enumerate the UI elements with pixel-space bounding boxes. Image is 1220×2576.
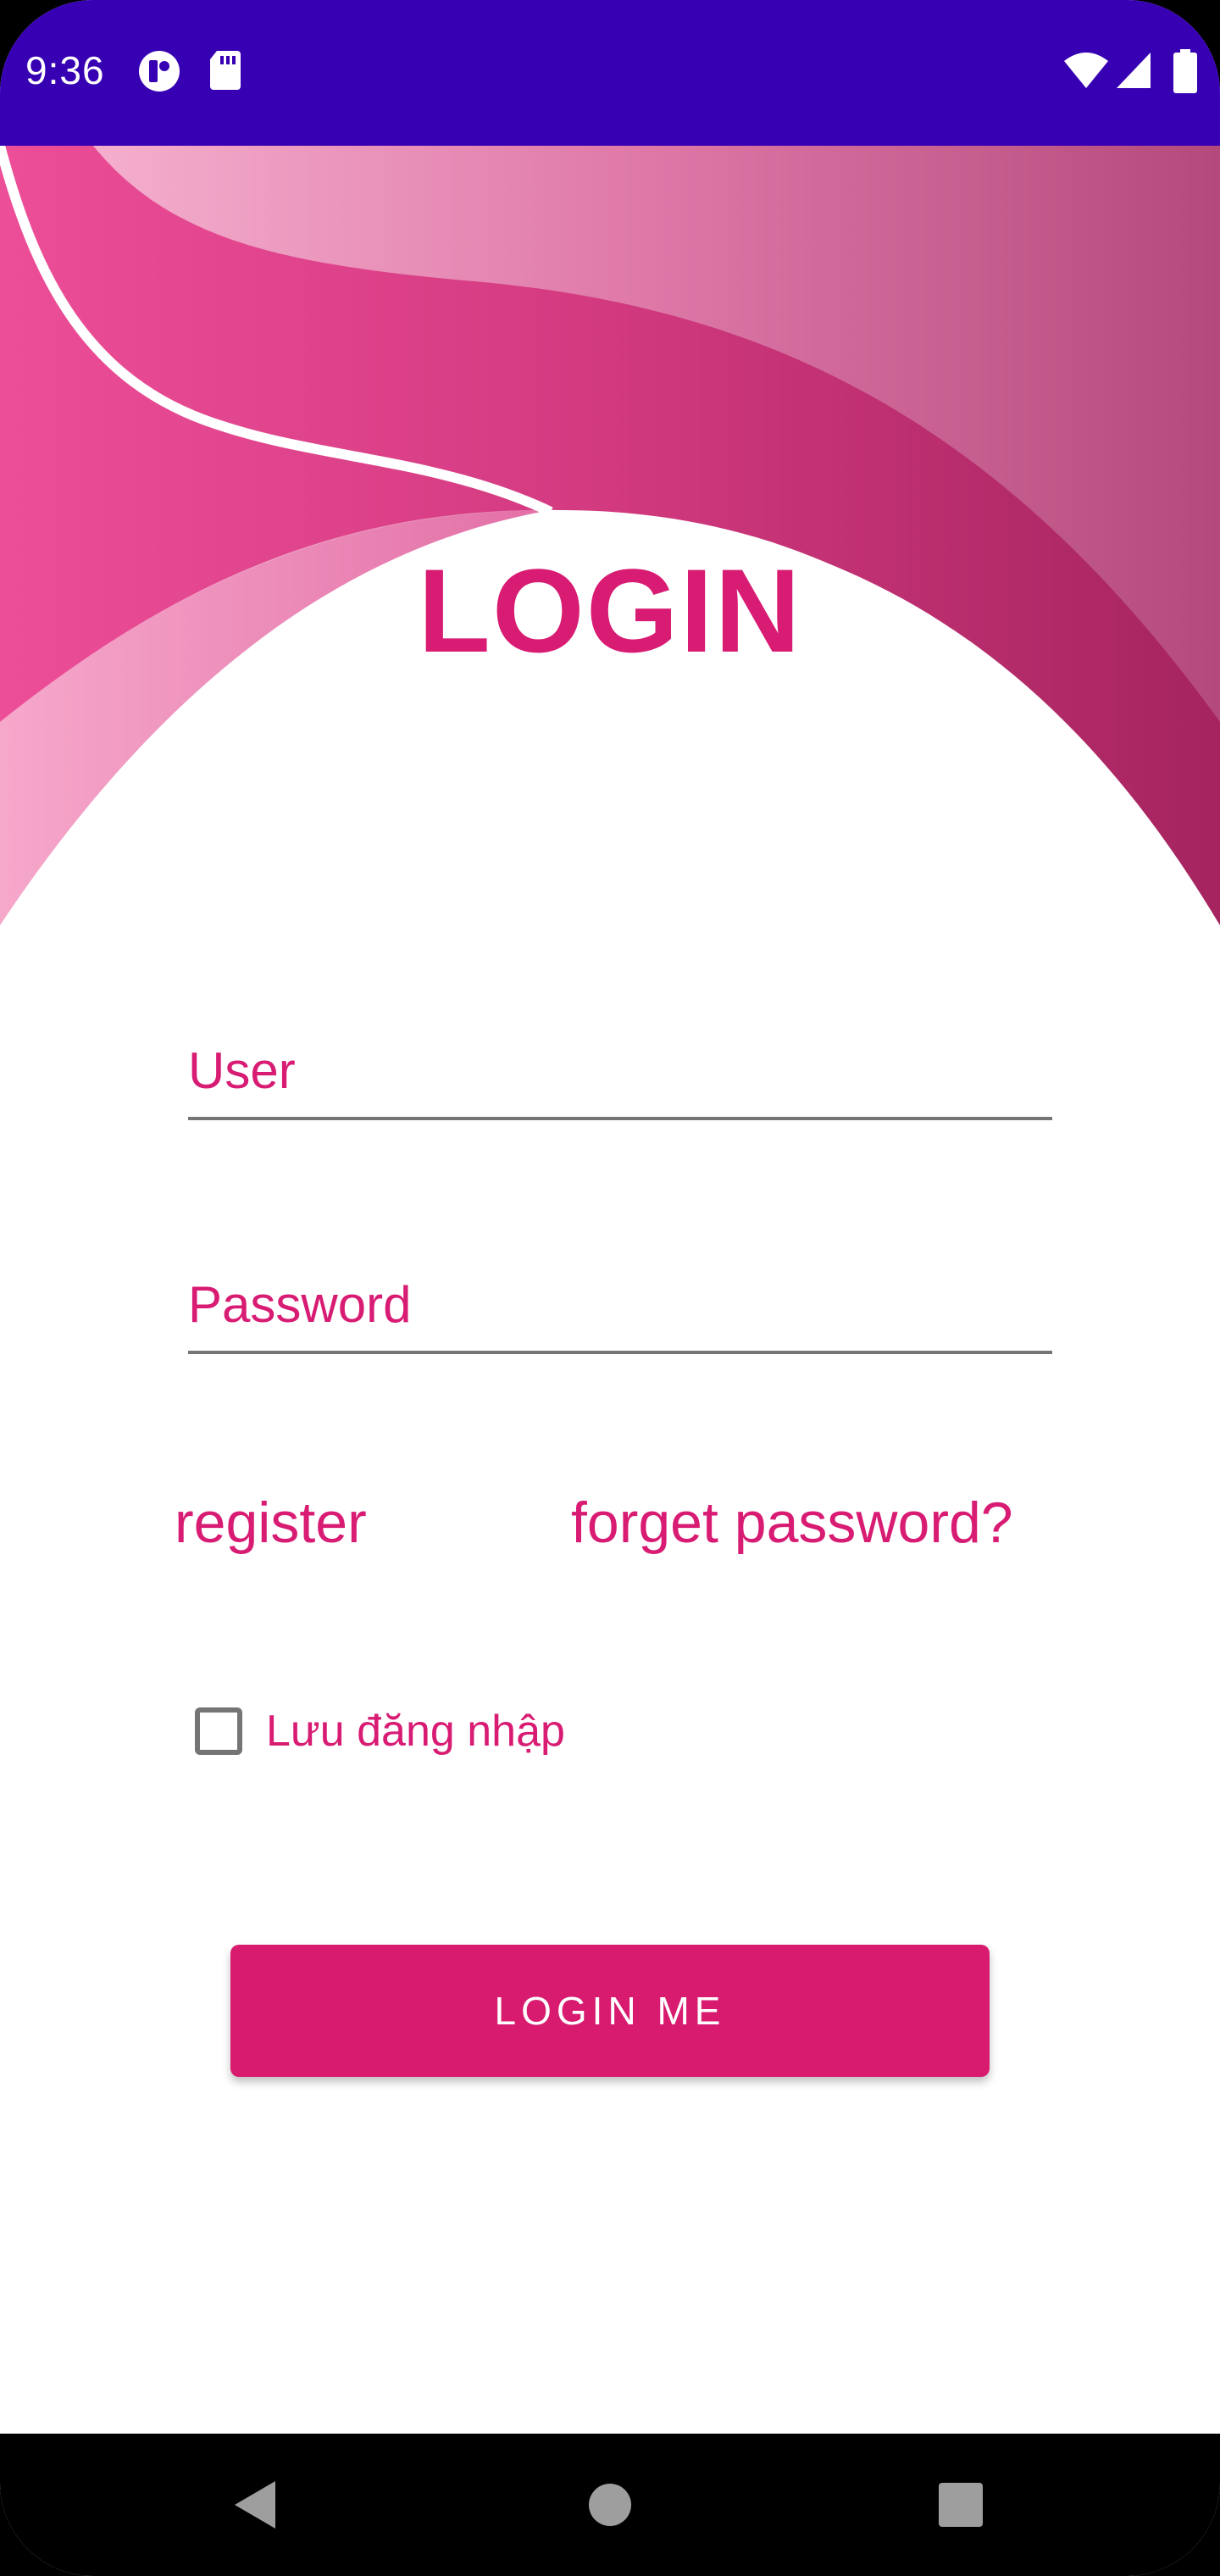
sd-card-icon — [210, 51, 241, 90]
password-field[interactable] — [188, 1266, 1052, 1354]
system-nav-bar — [0, 2434, 1220, 2576]
cell-signal-icon — [1117, 53, 1151, 88]
wifi-icon — [1064, 53, 1108, 88]
remember-login-row[interactable]: Lưu đăng nhập — [195, 1702, 565, 1761]
home-icon — [589, 2484, 631, 2526]
back-icon — [235, 2481, 275, 2529]
remember-login-checkbox[interactable] — [195, 1707, 242, 1755]
login-button-label: LOGIN ME — [494, 1989, 726, 2033]
battery-icon — [1173, 49, 1197, 93]
password-input[interactable] — [188, 1266, 1052, 1342]
notification-app-icon — [139, 51, 180, 92]
page-title: LOGIN — [418, 544, 802, 677]
back-button[interactable] — [195, 2434, 313, 2576]
user-field[interactable] — [188, 1032, 1052, 1120]
password-field-underline — [188, 1351, 1052, 1354]
user-input[interactable] — [188, 1032, 1052, 1108]
forget-password-link[interactable]: forget password? — [571, 1490, 1013, 1556]
status-bar: 9:36 — [0, 0, 1220, 146]
login-button[interactable]: LOGIN ME — [230, 1945, 990, 2077]
status-time: 9:36 — [25, 48, 105, 92]
recents-icon — [939, 2483, 983, 2527]
phone-screen: 9:36 LOGIN User register forget password… — [0, 0, 1220, 2576]
home-button[interactable] — [551, 2434, 669, 2576]
remember-login-label[interactable]: Lưu đăng nhập — [266, 1706, 565, 1757]
register-link[interactable]: register — [175, 1490, 367, 1556]
recents-button[interactable] — [901, 2434, 1020, 2576]
user-field-underline — [188, 1117, 1052, 1120]
header-wave-art — [0, 146, 1220, 925]
